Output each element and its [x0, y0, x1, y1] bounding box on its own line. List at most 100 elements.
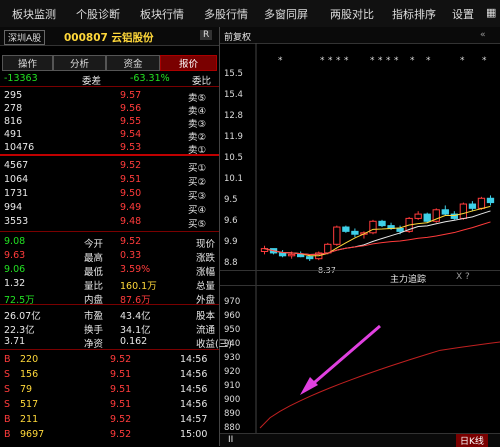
signal-star: *: [378, 56, 383, 66]
signal-star: *: [410, 56, 415, 66]
candle-body: [351, 230, 359, 235]
indicator-y-tick: 880: [224, 423, 240, 433]
signal-star: *: [278, 56, 283, 66]
signal-star: *: [426, 56, 431, 66]
ma-line: [264, 221, 491, 256]
y-tick-label: 9.6: [224, 216, 238, 226]
candle-body: [333, 226, 341, 245]
tick-row: 15:00 9.52 9697 B: [4, 429, 208, 440]
buy-order-row: 买② 9.51 1064: [4, 174, 207, 188]
indicator-y-tick: 970: [224, 297, 240, 307]
chart-top-label: 前复权: [224, 33, 252, 43]
stock-title: 000807 云铝股份: [64, 32, 154, 44]
indicator-y-tick: 960: [224, 311, 240, 321]
stats-row: 涨跌 0.33 最高 9.63: [4, 250, 216, 264]
y-tick-label: 9.5: [224, 195, 238, 205]
menu-item-sector-quote[interactable]: 板块行情: [140, 6, 184, 22]
buy-order-row: 买④ 9.49 994: [4, 202, 207, 216]
y-tick-label: 10.1: [224, 174, 243, 184]
indicator-buttons[interactable]: X ?: [456, 272, 470, 282]
chart-nav-icon[interactable]: «: [480, 30, 486, 40]
tab-quote[interactable]: 报价: [160, 55, 217, 71]
tick-row: 14:56 9.51 156 S: [4, 369, 208, 380]
y-tick-label: 15.5: [224, 69, 243, 79]
r-badge: R: [200, 30, 213, 40]
tick-row: 14:56 9.51 79 S: [4, 384, 208, 395]
tab-funds[interactable]: 资金: [106, 55, 160, 71]
tab-operation[interactable]: 操作: [2, 55, 53, 71]
buy-order-row: 买③ 9.50 1731: [4, 188, 207, 202]
menu-item-settings[interactable]: 设置: [452, 6, 474, 22]
stats2-row: 股本 43.4亿 市盈 26.07亿: [4, 311, 216, 322]
stats-row: 涨幅 3.59% 最低 9.06: [4, 264, 216, 278]
tick-row: 14:57 9.52 211 B: [4, 414, 208, 425]
market-button[interactable]: 深圳A股: [4, 30, 46, 45]
signal-star: *: [460, 56, 465, 66]
indicator-y-tick: 910: [224, 381, 240, 391]
candle-body: [306, 256, 314, 260]
tab-daily-k[interactable]: 日K线: [456, 434, 488, 447]
y-tick-label: 12.8: [224, 111, 243, 121]
menu-item-stock-diagnosis[interactable]: 个股诊断: [76, 6, 120, 22]
grid-icon[interactable]: ▦: [486, 6, 496, 19]
candle-body: [468, 203, 477, 209]
weibi-row: 委比 -63.31% 委差 -13363: [4, 73, 212, 87]
indicator-y-tick: 940: [224, 339, 240, 349]
y-tick-label: 8.8: [224, 258, 238, 268]
menu-item-multi-stock[interactable]: 多股行情: [204, 6, 248, 22]
buy-order-row: 买⑤ 9.48 3553: [4, 216, 207, 230]
signal-star: *: [320, 56, 325, 66]
stock-header: 深圳A股 000807 云铝股份 R: [0, 27, 219, 46]
menu-item-multi-window[interactable]: 多窗同屏: [264, 6, 308, 22]
signal-star: *: [344, 56, 349, 66]
candle-body: [486, 197, 495, 204]
indicator-line: [259, 341, 500, 429]
menu-item-compare[interactable]: 两股对比: [330, 6, 374, 22]
signal-star: *: [394, 56, 399, 66]
menu-item-sector-monitor[interactable]: 板块监测: [12, 6, 56, 22]
signal-star: *: [482, 56, 487, 66]
stats2-row: 收益(三) 0.162 净资 3.71: [4, 336, 232, 350]
indicator-title: 主力追踪: [390, 275, 427, 285]
annotation-arrow: [307, 324, 381, 390]
indicator-y-tick: 900: [224, 395, 240, 405]
signal-star: *: [336, 56, 341, 66]
candle-body: [441, 209, 449, 215]
candle-body: [423, 213, 431, 222]
candle-body: [369, 220, 377, 234]
indicator-y-tick: 890: [224, 409, 240, 419]
candle-body: [342, 226, 350, 232]
indicator-y-tick: 920: [224, 367, 240, 377]
menu-item-indicator-sort[interactable]: 指标排序: [392, 6, 436, 22]
stats-row: 现价 9.52 今开 9.08: [4, 236, 216, 250]
candle-body: [287, 253, 296, 257]
candle-body: [396, 227, 404, 232]
chart-area: 前复权 « 15.5 15.4 12.8 11.9 10.5 10.1 9.5 9.6 9.9 8…: [220, 27, 500, 447]
chart-pager[interactable]: II: [228, 435, 233, 445]
annotation-arrow-head: [300, 377, 318, 395]
top-menu-bar: 板块监测 个股诊断 板块行情 多股行情 多窗同屏 两股对比 指标排序 设置 ▦: [0, 0, 500, 28]
candle-body: [278, 252, 287, 257]
candle-body: [459, 203, 468, 219]
stats2-row: 流通 34.1亿 换手 22.3亿: [4, 325, 216, 336]
kline-chart: 15.5 15.4 12.8 11.9 10.5 10.1 9.5 9.6 9.9 8.8 970 9…: [224, 43, 500, 433]
signal-star: *: [328, 56, 333, 66]
indicator-y-tick: 930: [224, 353, 240, 363]
candle-body: [477, 197, 486, 209]
candle-body: [414, 213, 422, 219]
tab-analysis[interactable]: 分析: [53, 55, 106, 71]
buy-order-row: 买① 9.52 4567: [4, 160, 207, 174]
candle-body: [297, 253, 305, 258]
candle-body: [378, 220, 386, 227]
signal-star: *: [370, 56, 375, 66]
quote-panel: 深圳A股 000807 云铝股份 R 报价 资金 分析 操作 委比 -63.31…: [0, 27, 232, 446]
y-tick-label: 9.9: [224, 237, 238, 247]
y-tick-label: 15.4: [224, 90, 243, 100]
y-tick-label: 11.9: [224, 132, 243, 142]
indicator-y-tick: 950: [224, 325, 240, 335]
tick-row: 14:56 9.51 517 S: [4, 399, 208, 410]
tick-row: 14:56 9.52 220 B: [4, 354, 208, 365]
y-tick-label: 10.5: [224, 153, 243, 163]
signal-star: *: [386, 56, 391, 66]
stats-row: 总量 160.1万 量比 1.32: [4, 278, 216, 292]
